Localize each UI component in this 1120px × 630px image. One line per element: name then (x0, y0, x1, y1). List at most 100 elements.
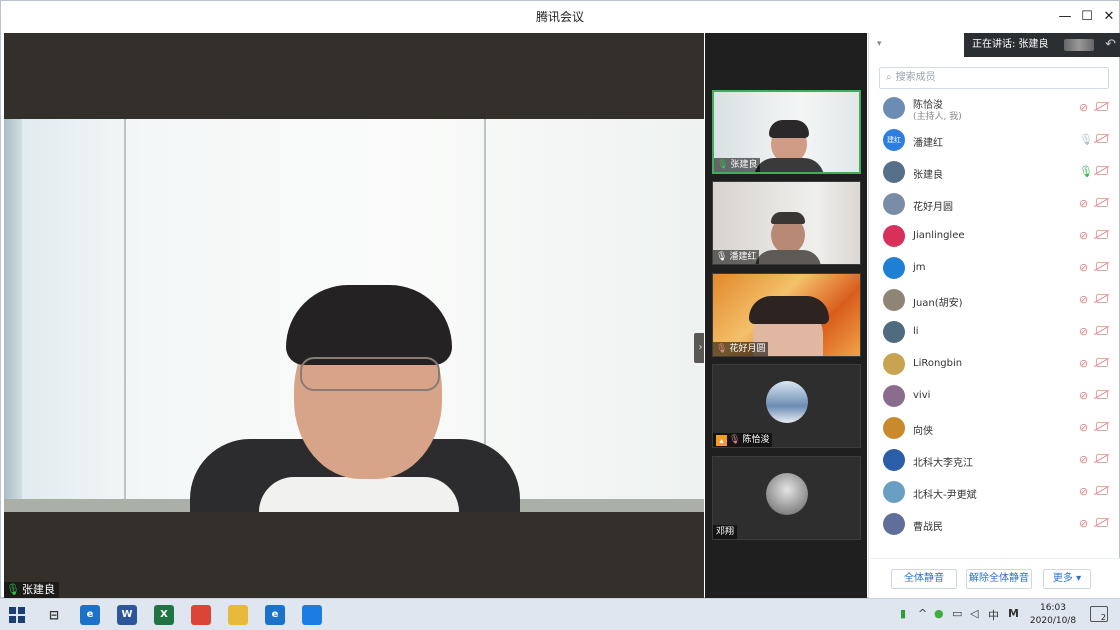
member-role: (主持人, 我) (913, 112, 962, 122)
camera-off-icon[interactable] (1096, 518, 1108, 527)
mic-muted-icon[interactable]: ⊘ (1079, 293, 1088, 306)
chevron-up-icon[interactable]: ^ (918, 607, 927, 620)
mute-all-button[interactable]: 全体静音 (891, 569, 957, 589)
network-icon[interactable]: ▭ (952, 607, 962, 620)
mic-muted-icon[interactable]: ⊘ (1079, 357, 1088, 370)
task-view-icon[interactable]: ⊟ (44, 605, 64, 625)
volume-icon[interactable]: ◁ (970, 607, 978, 620)
camera-off-icon[interactable] (1096, 454, 1108, 463)
mic-muted-icon[interactable]: ⊘ (1079, 485, 1088, 498)
thumbnail-tile[interactable]: 🎙 张建良 (712, 90, 861, 174)
camera-off-icon[interactable] (1096, 294, 1108, 303)
member-row[interactable]: 花好月圆 ⊘ (869, 189, 1120, 221)
member-row[interactable]: 北科大-尹更斌 ⊘ (869, 477, 1120, 509)
member-row[interactable]: 陈恰浚 (主持人, 我) ⊘ (869, 93, 1120, 125)
ie2-icon[interactable]: e (265, 605, 285, 625)
minimize-icon[interactable]: — (1055, 7, 1075, 27)
mic-muted-icon[interactable]: ⊘ (1079, 261, 1088, 274)
unmute-all-button[interactable]: 解除全体静音 (966, 569, 1032, 589)
camera-off-icon[interactable] (1096, 166, 1108, 175)
camera-off-icon[interactable] (1096, 390, 1108, 399)
notification-icon[interactable]: 2 (1090, 606, 1108, 622)
camera-off-icon[interactable] (1096, 198, 1108, 207)
mic-icon[interactable]: 🎙 (1079, 165, 1093, 178)
member-row[interactable]: 张建良 🎙 (869, 157, 1120, 189)
member-name: 向侠 (913, 426, 933, 437)
thumbnail-tile[interactable]: ▴ 🎙 陈恰浚 (712, 364, 861, 448)
mic-muted-icon[interactable]: ⊘ (1079, 197, 1088, 210)
collapse-thumbnails-button[interactable]: › (694, 333, 704, 363)
member-name: Jianlinglee (913, 230, 965, 241)
chrome-icon[interactable] (191, 605, 211, 625)
back-arrow-icon[interactable]: ↶ (1105, 33, 1116, 57)
member-row[interactable]: Jianlinglee ⊘ (869, 221, 1120, 253)
mic-muted-icon[interactable]: ⊘ (1079, 517, 1088, 530)
thumbnail-tile[interactable]: 🎙 潘建红 (712, 181, 861, 265)
camera-off-icon[interactable] (1096, 326, 1108, 335)
thumbnail-chair (754, 158, 824, 172)
ime-mode-indicator[interactable]: M (1008, 607, 1019, 620)
camera-off-icon[interactable] (1096, 358, 1108, 367)
word-icon[interactable]: W (117, 605, 137, 625)
thumbnail-strip: 🎙 张建良 🎙 潘建红 🎙 花好月圆 ▴ 🎙 陈恰浚 邓翔 (705, 33, 867, 598)
member-row[interactable]: jm ⊘ (869, 253, 1120, 285)
member-avatar (883, 257, 905, 279)
member-row[interactable]: 向侠 ⊘ (869, 413, 1120, 445)
thumbnail-avatar (766, 473, 808, 515)
thumbnail-tile[interactable]: 🎙 花好月圆 (712, 273, 861, 357)
thumbnail-label: ▴ 🎙 陈恰浚 (713, 433, 773, 447)
member-name: 花好月圆 (913, 202, 953, 213)
more-button[interactable]: 更多 ▾ (1043, 569, 1091, 589)
mic-on-icon: 🎙 (6, 583, 20, 596)
camera-off-icon[interactable] (1096, 262, 1108, 271)
thumbnail-hair (769, 120, 809, 138)
camera-off-icon[interactable] (1096, 102, 1108, 111)
chevron-down-icon[interactable]: ▾ (877, 39, 882, 49)
member-name: jm (913, 262, 926, 273)
camera-off-icon[interactable] (1096, 134, 1108, 143)
excel-icon[interactable]: X (154, 605, 174, 625)
mic-muted-icon[interactable]: ⊘ (1079, 229, 1088, 242)
battery-icon[interactable]: ▮ (900, 607, 906, 620)
mic-icon[interactable]: 🎙 (1079, 133, 1093, 146)
ie-icon[interactable]: e (80, 605, 100, 625)
member-row[interactable]: 曹战民 ⊘ (869, 509, 1120, 541)
thumbnail-name: 张建良 (730, 160, 758, 170)
main-speaker-tag: 🎙 张建良 (4, 582, 59, 598)
thumbnail-tile[interactable]: 邓翔 (712, 456, 861, 540)
clock[interactable]: 16:03 2020/10/8 (1028, 602, 1078, 628)
camera-off-icon[interactable] (1096, 230, 1108, 239)
thumbnail-label: 🎙 潘建红 (713, 250, 760, 264)
camera-off-icon[interactable] (1096, 422, 1108, 431)
member-row[interactable]: 建红 潘建红 🎙 (869, 125, 1120, 157)
mic-muted-icon[interactable]: ⊘ (1079, 421, 1088, 434)
camera-off-icon[interactable] (1096, 486, 1108, 495)
member-row[interactable]: Juan(胡安) ⊘ (869, 285, 1120, 317)
member-search-input[interactable]: ⌕ 搜索成员 (879, 67, 1109, 89)
member-row[interactable]: 北科大李克江 ⊘ (869, 445, 1120, 477)
maximize-icon[interactable]: ☐ (1077, 7, 1097, 27)
main-video[interactable]: 🎙 张建良 › (4, 33, 704, 598)
mic-muted-icon[interactable]: ⊘ (1079, 101, 1088, 114)
ime-indicator[interactable]: 中 (988, 607, 999, 623)
member-row[interactable]: li ⊘ (869, 317, 1120, 349)
member-name: vivi (913, 390, 931, 401)
member-row[interactable]: vivi ⊘ (869, 381, 1120, 413)
notification-count: 2 (1100, 613, 1106, 622)
mic-muted-icon[interactable]: ⊘ (1079, 389, 1088, 402)
member-row[interactable]: LiRongbin ⊘ (869, 349, 1120, 381)
thumbnail-avatar (766, 381, 808, 423)
mic-muted-icon[interactable]: ⊘ (1079, 453, 1088, 466)
explorer-icon[interactable] (228, 605, 248, 625)
speaking-label: 正在讲话: 张建良 (972, 39, 1049, 50)
mic-muted-icon: 🎙 (716, 344, 728, 354)
member-name: 张建良 (913, 170, 943, 181)
tencent-meeting-icon[interactable] (302, 605, 322, 625)
thumbnail-label: 邓翔 (713, 525, 738, 539)
member-name: Juan(胡安) (913, 298, 963, 309)
close-icon[interactable]: ✕ (1099, 7, 1119, 27)
mic-muted-icon[interactable]: ⊘ (1079, 325, 1088, 338)
windows-start-icon[interactable] (8, 606, 26, 624)
app-tray-icon[interactable]: ● (934, 607, 944, 620)
member-avatar (883, 193, 905, 215)
